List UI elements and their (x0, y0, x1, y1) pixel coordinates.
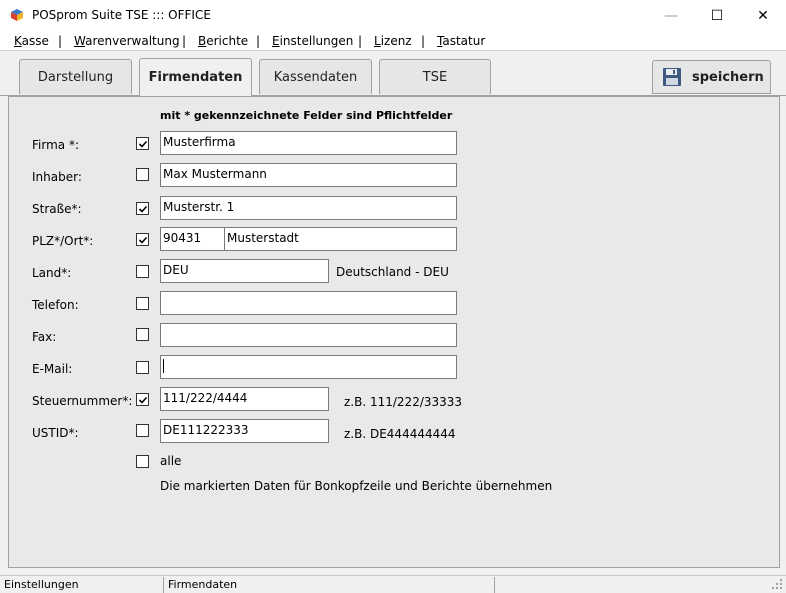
strasse-input[interactable]: Musterstr. 1 (160, 196, 457, 220)
strasse-label: Straße*: (32, 202, 82, 216)
save-button-label: speichern (692, 69, 764, 85)
plzort-checkbox[interactable] (136, 233, 149, 246)
floppy-disk-icon (663, 68, 681, 86)
strasse-checkbox[interactable] (136, 202, 149, 215)
plz-input[interactable]: 90431 (160, 227, 225, 251)
ustid-label: USTID*: (32, 426, 79, 440)
firma-input[interactable]: Musterfirma (160, 131, 457, 155)
menu-tastatur[interactable]: Tastatur (437, 34, 485, 48)
tab-kassendaten[interactable]: Kassendaten (259, 59, 372, 94)
tab-tse[interactable]: TSE (379, 59, 491, 94)
tab-darstellung[interactable]: Darstellung (19, 59, 132, 94)
status-page: Firmendaten (164, 577, 495, 593)
email-input[interactable] (160, 355, 457, 379)
app-logo-icon (11, 9, 23, 21)
steuernummer-checkbox[interactable] (136, 393, 149, 406)
firma-label: Firma *: (32, 138, 79, 152)
telefon-label: Telefon: (32, 298, 79, 312)
checkmark-icon (138, 396, 147, 404)
checkmark-icon (138, 140, 147, 148)
email-checkbox[interactable] (136, 361, 149, 374)
required-fields-note: mit * gekennzeichnete Felder sind Pflich… (160, 109, 453, 122)
steuernummer-input[interactable]: 111/222/4444 (160, 387, 329, 411)
ustid-checkbox[interactable] (136, 424, 149, 437)
menu-einstellungen[interactable]: Einstellungen (272, 34, 353, 48)
alle-checkbox[interactable] (136, 455, 149, 468)
ort-input[interactable]: Musterstadt (224, 227, 457, 251)
menu-separator: | (58, 34, 63, 48)
status-section: Einstellungen (0, 577, 164, 593)
menu-separator: | (358, 34, 363, 48)
ustid-input[interactable]: DE111222333 (160, 419, 329, 443)
firma-checkbox[interactable] (136, 137, 149, 150)
inhaber-input[interactable]: Max Mustermann (160, 163, 457, 187)
land-input[interactable]: DEU (160, 259, 329, 283)
menu-separator: | (256, 34, 261, 48)
menu-kasse[interactable]: Kasse (14, 34, 49, 48)
telefon-checkbox[interactable] (136, 297, 149, 310)
title-bar: POSprom Suite TSE ::: OFFICE — ☐ ✕ (0, 0, 786, 31)
email-label: E-Mail: (32, 362, 73, 376)
resize-grip-icon[interactable] (770, 577, 784, 591)
close-button[interactable]: ✕ (740, 0, 786, 31)
window-title: POSprom Suite TSE ::: OFFICE (32, 8, 211, 22)
checkmark-icon (138, 236, 147, 244)
maximize-button[interactable]: ☐ (694, 0, 740, 31)
ustid-hint: z.B. DE444444444 (344, 427, 456, 441)
text-caret (163, 359, 164, 373)
menu-separator: | (182, 34, 187, 48)
menu-warenverwaltung[interactable]: Warenverwaltung (74, 34, 180, 48)
menu-separator: | (421, 34, 426, 48)
minimize-button[interactable]: — (648, 0, 694, 31)
telefon-input[interactable] (160, 291, 457, 315)
alle-label: alle (160, 454, 182, 468)
fax-label: Fax: (32, 330, 57, 344)
checkmark-icon (138, 205, 147, 213)
status-bar: Einstellungen Firmendaten (0, 575, 786, 593)
plzort-label: PLZ*/Ort*: (32, 234, 94, 248)
save-button[interactable]: speichern (652, 60, 771, 94)
land-hint: Deutschland - DEU (336, 265, 449, 279)
fax-checkbox[interactable] (136, 328, 149, 341)
land-label: Land*: (32, 266, 72, 280)
inhaber-checkbox[interactable] (136, 168, 149, 181)
menu-berichte[interactable]: Berichte (198, 34, 248, 48)
steuernummer-label: Steuernummer*: (32, 394, 133, 408)
menu-lizenz[interactable]: Lizenz (374, 34, 412, 48)
transfer-note: Die markierten Daten für Bonkopfzeile un… (160, 479, 553, 493)
fax-input[interactable] (160, 323, 457, 347)
inhaber-label: Inhaber: (32, 170, 82, 184)
menu-bar: Kasse | Warenverwaltung | Berichte | Ein… (0, 31, 786, 51)
land-checkbox[interactable] (136, 265, 149, 278)
tab-firmendaten[interactable]: Firmendaten (139, 58, 252, 96)
steuernummer-hint: z.B. 111/222/33333 (344, 395, 463, 409)
